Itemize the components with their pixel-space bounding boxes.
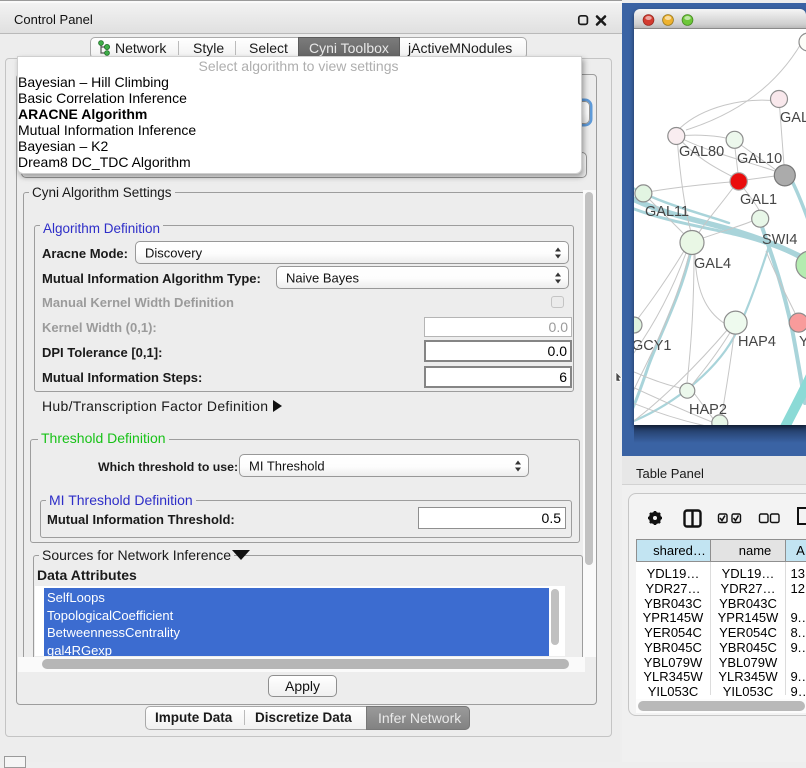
svg-text:GAL10: GAL10 — [737, 151, 782, 167]
svg-text:GCY1: GCY1 — [634, 338, 672, 354]
svg-text:GAL4: GAL4 — [694, 256, 731, 272]
svg-text:YJ: YJ — [799, 334, 806, 350]
svg-text:GAL1: GAL1 — [740, 192, 777, 208]
svg-text:HAP2: HAP2 — [689, 402, 727, 418]
svg-text:GAL11: GAL11 — [645, 204, 689, 220]
svg-text:GAL7: GAL7 — [780, 110, 806, 126]
svg-text:SWI4: SWI4 — [762, 232, 797, 248]
svg-text:HAP4: HAP4 — [738, 334, 776, 350]
svg-text:GAL80: GAL80 — [679, 144, 724, 160]
